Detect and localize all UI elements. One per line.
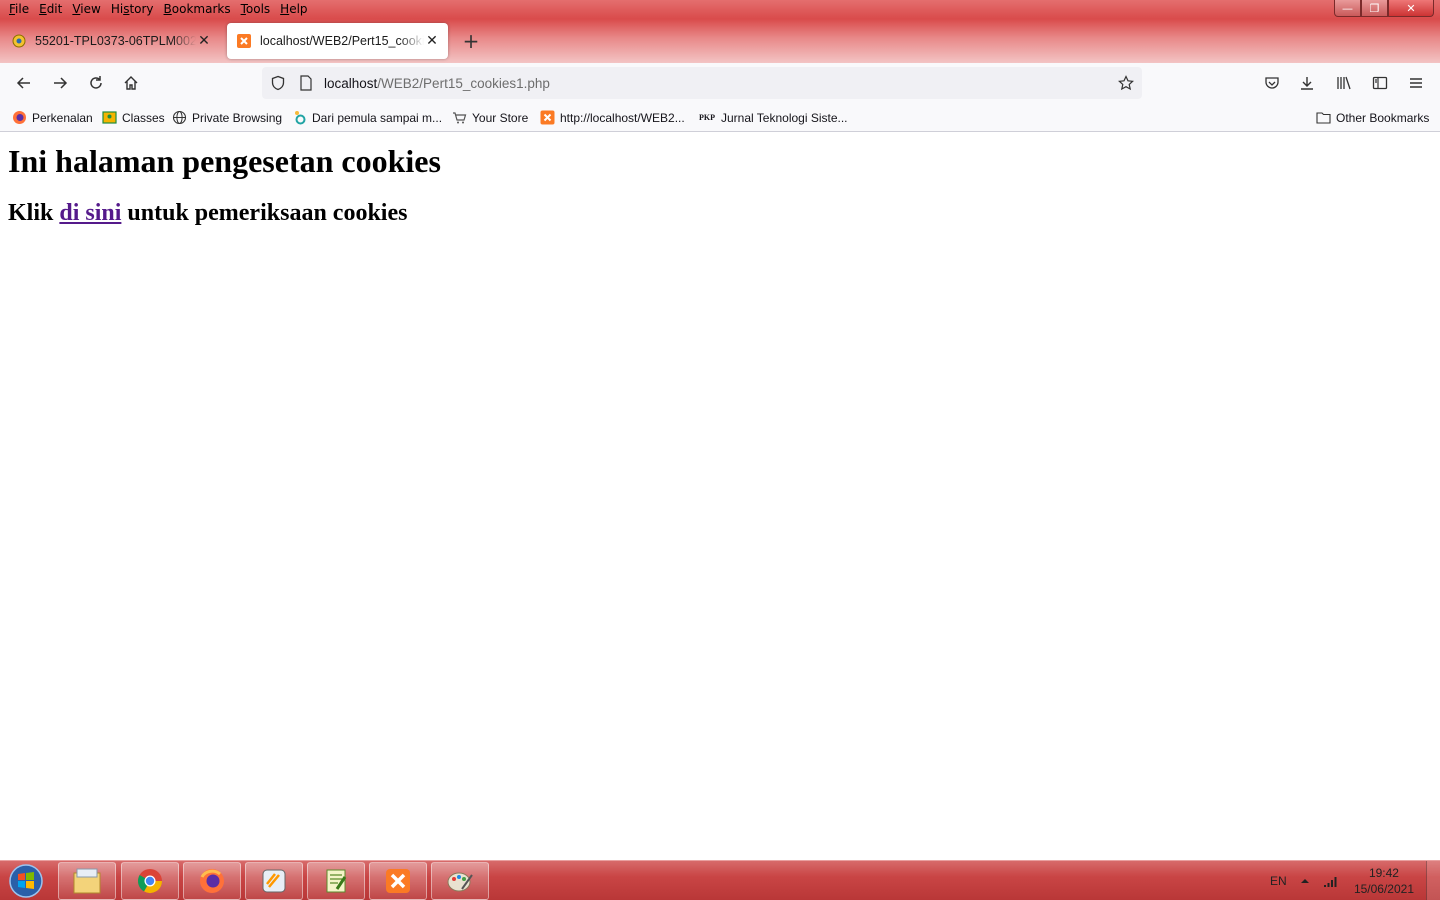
download-icon xyxy=(1301,77,1313,90)
xampp-icon xyxy=(540,110,555,125)
bookmark-perkenalan[interactable]: Perkenalan xyxy=(12,109,93,126)
page-heading: Ini halaman pengesetan cookies xyxy=(8,143,441,179)
address-bar[interactable]: localhost/WEB2/Pert15_cookies1.php xyxy=(262,67,1142,99)
tracking-shield-icon[interactable] xyxy=(268,73,288,93)
language-indicator[interactable]: EN xyxy=(1270,861,1287,900)
home-icon xyxy=(124,76,138,90)
window-titlebar: File Edit View History Bookmarks Tools H… xyxy=(0,0,1440,63)
reload-button[interactable] xyxy=(82,69,110,97)
page-subheading: Klik di sini untuk pemeriksaan cookies xyxy=(8,200,408,226)
taskbar-xampp[interactable] xyxy=(369,862,427,900)
sidebar-icon xyxy=(1372,76,1388,90)
network-indicator[interactable] xyxy=(1323,861,1339,900)
system-clock[interactable]: 19:42 15/06/2021 xyxy=(1354,865,1414,897)
windows-taskbar: EN 19:42 15/06/2021 xyxy=(0,860,1440,900)
sidebar-button[interactable] xyxy=(1366,69,1394,97)
folder-icon xyxy=(1316,110,1331,125)
back-button[interactable] xyxy=(10,69,38,97)
forward-arrow-icon xyxy=(54,77,68,89)
bookmark-classes[interactable]: Classes xyxy=(102,109,165,126)
new-tab-button[interactable]: + xyxy=(460,29,482,53)
cart-icon xyxy=(452,110,467,125)
menu-file[interactable]: File xyxy=(4,0,34,19)
xampp-icon xyxy=(237,34,251,48)
firefox-icon xyxy=(200,869,224,893)
forward-button[interactable] xyxy=(46,69,74,97)
bookmark-private-browsing[interactable]: Private Browsing xyxy=(172,109,282,126)
clock-time: 19:42 xyxy=(1368,866,1399,880)
notepad-plus-icon xyxy=(326,869,347,893)
clock-date: 15/06/2021 xyxy=(1353,882,1414,896)
menu-view[interactable]: View xyxy=(67,0,105,19)
globe-icon xyxy=(172,110,187,125)
menu-bar: File Edit View History Bookmarks Tools H… xyxy=(0,0,313,19)
bookmark-star-icon[interactable] xyxy=(1116,73,1136,93)
maximize-button[interactable]: ❐ xyxy=(1361,0,1388,17)
taskbar-chrome[interactable] xyxy=(121,862,179,900)
url-text: localhost/WEB2/Pert15_cookies1.php xyxy=(324,75,550,91)
windows-start-icon xyxy=(9,864,43,898)
file-explorer-icon xyxy=(73,868,101,894)
check-cookies-link[interactable]: di sini xyxy=(59,200,121,226)
close-tab-icon[interactable]: ✕ xyxy=(424,33,440,49)
tab-title: localhost/WEB2/Pert15_cookies1.php xyxy=(260,34,424,48)
minimize-button[interactable]: — xyxy=(1334,0,1361,17)
tab-localhost[interactable]: localhost/WEB2/Pert15_cookies1.php ✕ xyxy=(227,23,448,59)
page-info-icon[interactable] xyxy=(296,73,316,93)
bookmark-jurnal[interactable]: PKP Jurnal Teknologi Siste... xyxy=(698,109,848,126)
menu-bookmarks[interactable]: Bookmarks xyxy=(159,0,236,19)
back-arrow-icon xyxy=(16,77,30,89)
other-bookmarks[interactable]: Other Bookmarks xyxy=(1316,109,1429,126)
bookmark-your-store[interactable]: Your Store xyxy=(452,109,528,126)
tab-course[interactable]: 55201-TPL0373-06TPLM002-2021 ✕ xyxy=(2,23,220,59)
leaf-icon xyxy=(292,110,307,125)
paint-icon xyxy=(447,872,473,892)
menu-history[interactable]: History xyxy=(106,0,159,19)
taskbar-sublime[interactable] xyxy=(245,862,303,900)
downloads-button[interactable] xyxy=(1293,69,1321,97)
show-desktop-button[interactable] xyxy=(1426,861,1440,900)
taskbar-firefox[interactable] xyxy=(183,862,241,900)
pkp-icon: PKP xyxy=(699,113,715,122)
reload-icon xyxy=(90,76,102,89)
signal-bars-icon xyxy=(1324,877,1337,887)
university-icon xyxy=(12,34,26,48)
chevron-up-icon xyxy=(1301,879,1309,883)
pocket-button[interactable] xyxy=(1258,69,1286,97)
pocket-icon xyxy=(1265,77,1279,89)
library-button[interactable] xyxy=(1330,69,1358,97)
bookmark-localhost-web2[interactable]: http://localhost/WEB2... xyxy=(540,109,685,126)
menu-tools[interactable]: Tools xyxy=(236,0,276,19)
menu-help[interactable]: Help xyxy=(275,0,312,19)
chrome-icon xyxy=(137,869,162,894)
window-controls: — ❐ ✕ xyxy=(1334,0,1434,17)
hamburger-menu-icon xyxy=(1410,78,1422,88)
tab-strip: 55201-TPL0373-06TPLM002-2021 ✕ localhost… xyxy=(0,21,1440,63)
xampp-icon xyxy=(386,869,410,893)
sublime-icon xyxy=(262,869,286,893)
page-content: Ini halaman pengesetan cookies Klik di s… xyxy=(0,132,1440,860)
home-button[interactable] xyxy=(117,69,145,97)
taskbar-paint[interactable] xyxy=(431,862,489,900)
app-menu-button[interactable] xyxy=(1402,69,1430,97)
taskbar-notepad-plus[interactable] xyxy=(307,862,365,900)
bookmark-dari-pemula[interactable]: Dari pemula sampai m... xyxy=(292,109,442,126)
firefox-icon xyxy=(12,110,27,125)
taskbar-file-explorer[interactable] xyxy=(58,862,116,900)
start-button[interactable] xyxy=(6,863,46,899)
show-hidden-icons[interactable] xyxy=(1300,861,1310,900)
menu-edit[interactable]: Edit xyxy=(34,0,67,19)
tab-title: 55201-TPL0373-06TPLM002-2021 xyxy=(35,34,196,48)
bookmarks-toolbar: Perkenalan Classes Private Browsing Dari… xyxy=(0,103,1440,132)
close-tab-icon[interactable]: ✕ xyxy=(196,33,212,49)
library-icon xyxy=(1337,76,1351,90)
navigation-toolbar: localhost/WEB2/Pert15_cookies1.php xyxy=(0,63,1440,103)
close-window-button[interactable]: ✕ xyxy=(1388,0,1434,17)
classroom-icon xyxy=(102,110,117,125)
